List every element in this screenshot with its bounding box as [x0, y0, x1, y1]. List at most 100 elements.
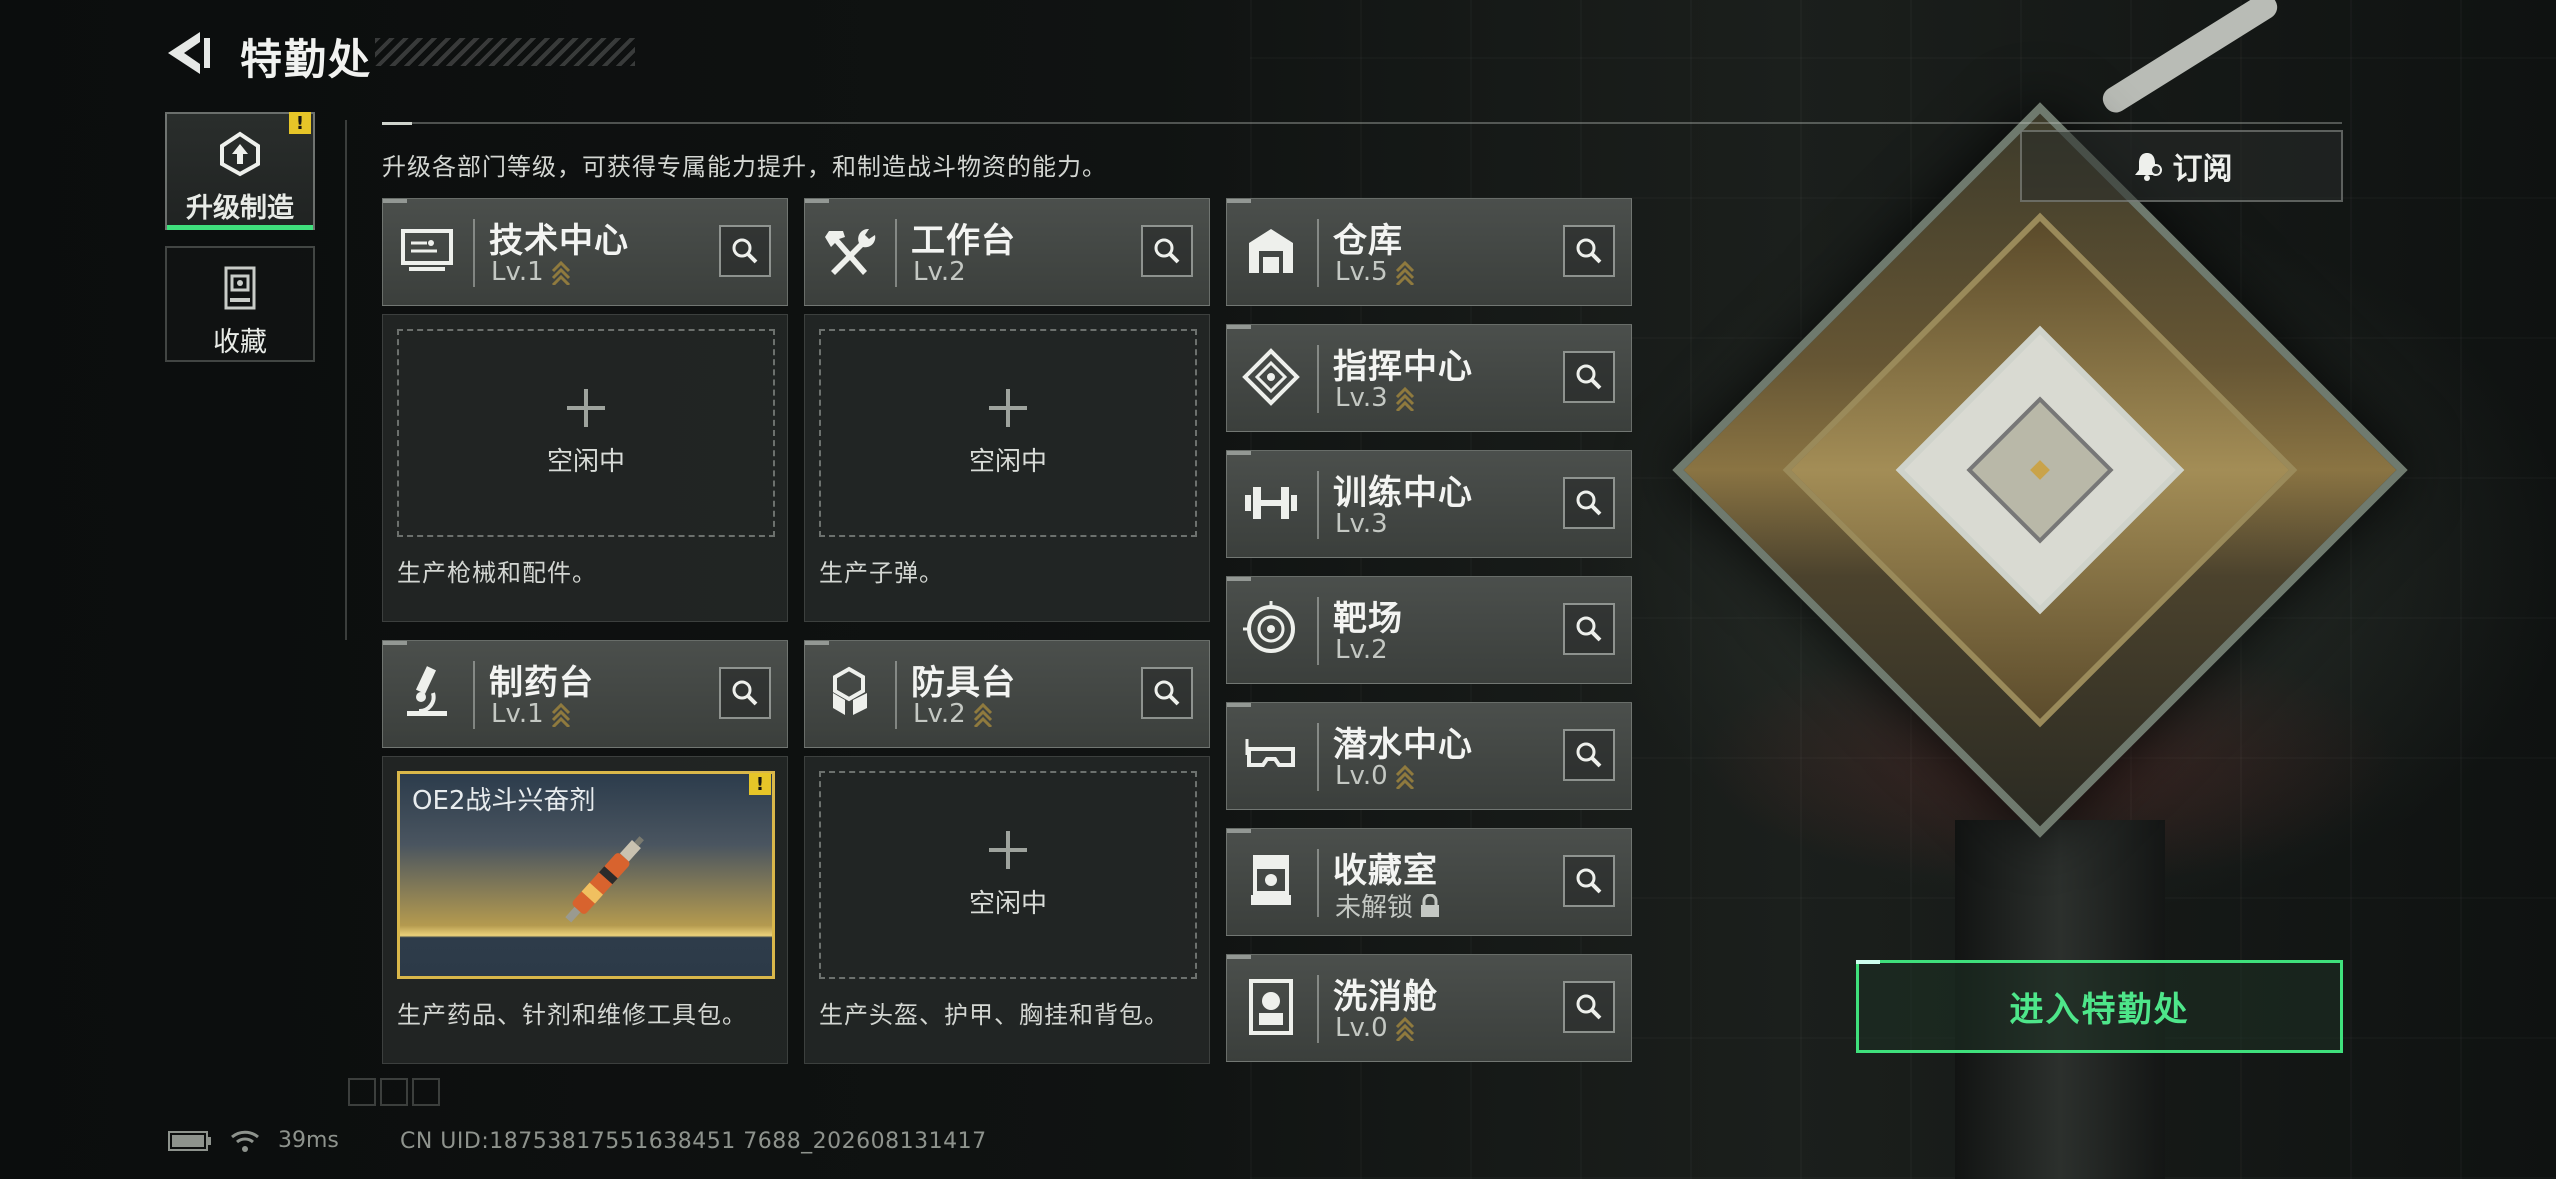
facility-shooting-range[interactable]: 靶场 Lv.2 — [1226, 576, 1632, 684]
separator — [1317, 219, 1319, 287]
dumbbell-icon — [1245, 487, 1297, 519]
level-text: Lv.2 — [1335, 635, 1388, 665]
upgrade-chevron-icon — [1395, 1016, 1414, 1041]
search-button[interactable] — [1563, 477, 1615, 529]
production-slot-active[interactable]: OE2战斗兴奋剂 — [397, 771, 775, 979]
search-button[interactable] — [1563, 855, 1615, 907]
facility-tech-center[interactable]: 技术中心 Lv.1 — [382, 198, 788, 306]
search-icon — [1154, 680, 1180, 706]
search-icon — [1154, 238, 1180, 264]
cube-artwork — [1660, 100, 2420, 860]
facility-level: Lv.5 — [1335, 257, 1416, 287]
enter-special-ops-button[interactable]: 进入特勤处 — [1856, 960, 2343, 1053]
search-button[interactable] — [1563, 225, 1615, 277]
facility-name: 制药台 — [489, 663, 594, 703]
production-slot[interactable]: 空闲中 — [819, 329, 1197, 537]
nav-label: 升级制造 — [186, 193, 294, 224]
separator — [1317, 345, 1319, 413]
level-text: Lv.3 — [1335, 383, 1388, 413]
facility-warehouse[interactable]: 仓库 Lv.5 — [1226, 198, 1632, 306]
level-text: Lv.0 — [1335, 761, 1388, 791]
facility-collection-room[interactable]: 收藏室 未解锁 — [1226, 828, 1632, 936]
upgrade-icon — [220, 131, 260, 177]
search-button[interactable] — [1141, 667, 1193, 719]
status-bar: 39ms — [168, 1128, 339, 1153]
lock-icon — [1421, 893, 1440, 917]
separator — [1317, 849, 1319, 917]
search-button[interactable] — [719, 667, 771, 719]
level-text: Lv.5 — [1335, 257, 1388, 287]
warehouse-icon — [1249, 229, 1293, 273]
facility-level: Lv.1 — [491, 699, 572, 729]
search-button[interactable] — [1141, 225, 1193, 277]
search-icon — [1576, 490, 1602, 516]
nav-item-collection[interactable]: 收藏 — [165, 246, 315, 362]
facility-name: 靶场 — [1333, 599, 1403, 639]
upgrade-chevron-icon — [1395, 386, 1414, 411]
production-desc: 生产子弹。 — [819, 559, 944, 587]
subscribe-label: 订阅 — [2172, 152, 2233, 187]
search-button[interactable] — [1563, 603, 1615, 655]
plus-icon — [989, 830, 1027, 869]
divider — [382, 122, 2342, 124]
facility-command-center[interactable]: 指挥中心 Lv.3 — [1226, 324, 1632, 432]
level-text: Lv.3 — [1335, 509, 1388, 539]
hammer-wrench-icon — [825, 228, 876, 275]
facility-level: Lv.3 — [1335, 383, 1416, 413]
search-icon — [1576, 742, 1602, 768]
facility-decon-chamber[interactable]: 洗消舱 Lv.0 — [1226, 954, 1632, 1062]
uid-text: CN UID:18753817551638451 7688_2026081314… — [400, 1129, 987, 1154]
search-button[interactable] — [719, 225, 771, 277]
search-icon — [732, 680, 758, 706]
wifi-icon — [231, 1130, 259, 1152]
upgrade-chevron-icon — [1395, 764, 1414, 789]
alert-badge: ! — [289, 112, 311, 134]
plus-icon — [989, 388, 1027, 427]
plus-icon — [567, 388, 605, 427]
facility-armor-bench[interactable]: 防具台 Lv.2 — [804, 640, 1210, 748]
upgrade-chevron-icon — [1395, 260, 1414, 285]
search-icon — [1576, 994, 1602, 1020]
stimulant-injector-icon — [565, 836, 645, 923]
level-text: Lv.1 — [491, 699, 544, 729]
search-icon — [1576, 868, 1602, 894]
search-button[interactable] — [1563, 729, 1615, 781]
separator — [473, 219, 475, 287]
diving-mask-icon — [1245, 739, 1295, 767]
left-rail-line — [345, 120, 347, 640]
microscope-icon — [407, 666, 447, 716]
facility-name: 洗消舱 — [1333, 977, 1438, 1017]
subscribe-button[interactable]: 订阅 — [2020, 130, 2343, 202]
production-panel: 空闲中 生产子弹。 — [804, 314, 1210, 622]
page-description: 升级各部门等级，可获得专属能力提升，和制造战斗物资的能力。 — [382, 153, 1107, 181]
search-button[interactable] — [1563, 351, 1615, 403]
production-desc: 生产头盔、护甲、胸挂和背包。 — [819, 1001, 1169, 1029]
battery-icon — [168, 1130, 211, 1151]
slot-status: 空闲中 — [968, 446, 1047, 477]
facility-level: Lv.1 — [491, 257, 572, 287]
back-icon[interactable] — [160, 28, 214, 78]
separator — [1317, 597, 1319, 665]
facility-pharmacy[interactable]: 制药台 Lv.1 — [382, 640, 788, 748]
facility-level: 未解锁 — [1335, 887, 1441, 924]
production-slot[interactable]: 空闲中 — [397, 329, 775, 537]
production-slot[interactable]: 空闲中 — [819, 771, 1197, 979]
facility-level: Lv.0 — [1335, 1013, 1416, 1043]
facility-level: Lv.2 — [913, 699, 994, 729]
search-button[interactable] — [1563, 981, 1615, 1033]
production-desc: 生产药品、针剂和维修工具包。 — [397, 1001, 747, 1029]
corner-decoration — [348, 1078, 440, 1106]
facility-workbench[interactable]: 工作台 Lv.2 — [804, 198, 1210, 306]
decon-icon — [1249, 979, 1293, 1035]
ping-text: 39ms — [278, 1128, 339, 1153]
facility-training-center[interactable]: 训练中心 Lv.3 — [1226, 450, 1632, 558]
search-icon — [1576, 616, 1602, 642]
collection-icon — [224, 266, 256, 310]
facility-diving-center[interactable]: 潜水中心 Lv.0 — [1226, 702, 1632, 810]
separator — [473, 661, 475, 729]
nav-item-upgrade[interactable]: 升级制造 ! — [165, 112, 315, 230]
title-decoration — [375, 38, 635, 66]
display-case-icon — [1251, 855, 1291, 905]
target-icon — [1243, 601, 1295, 653]
product-name: OE2战斗兴奋剂 — [412, 786, 596, 816]
